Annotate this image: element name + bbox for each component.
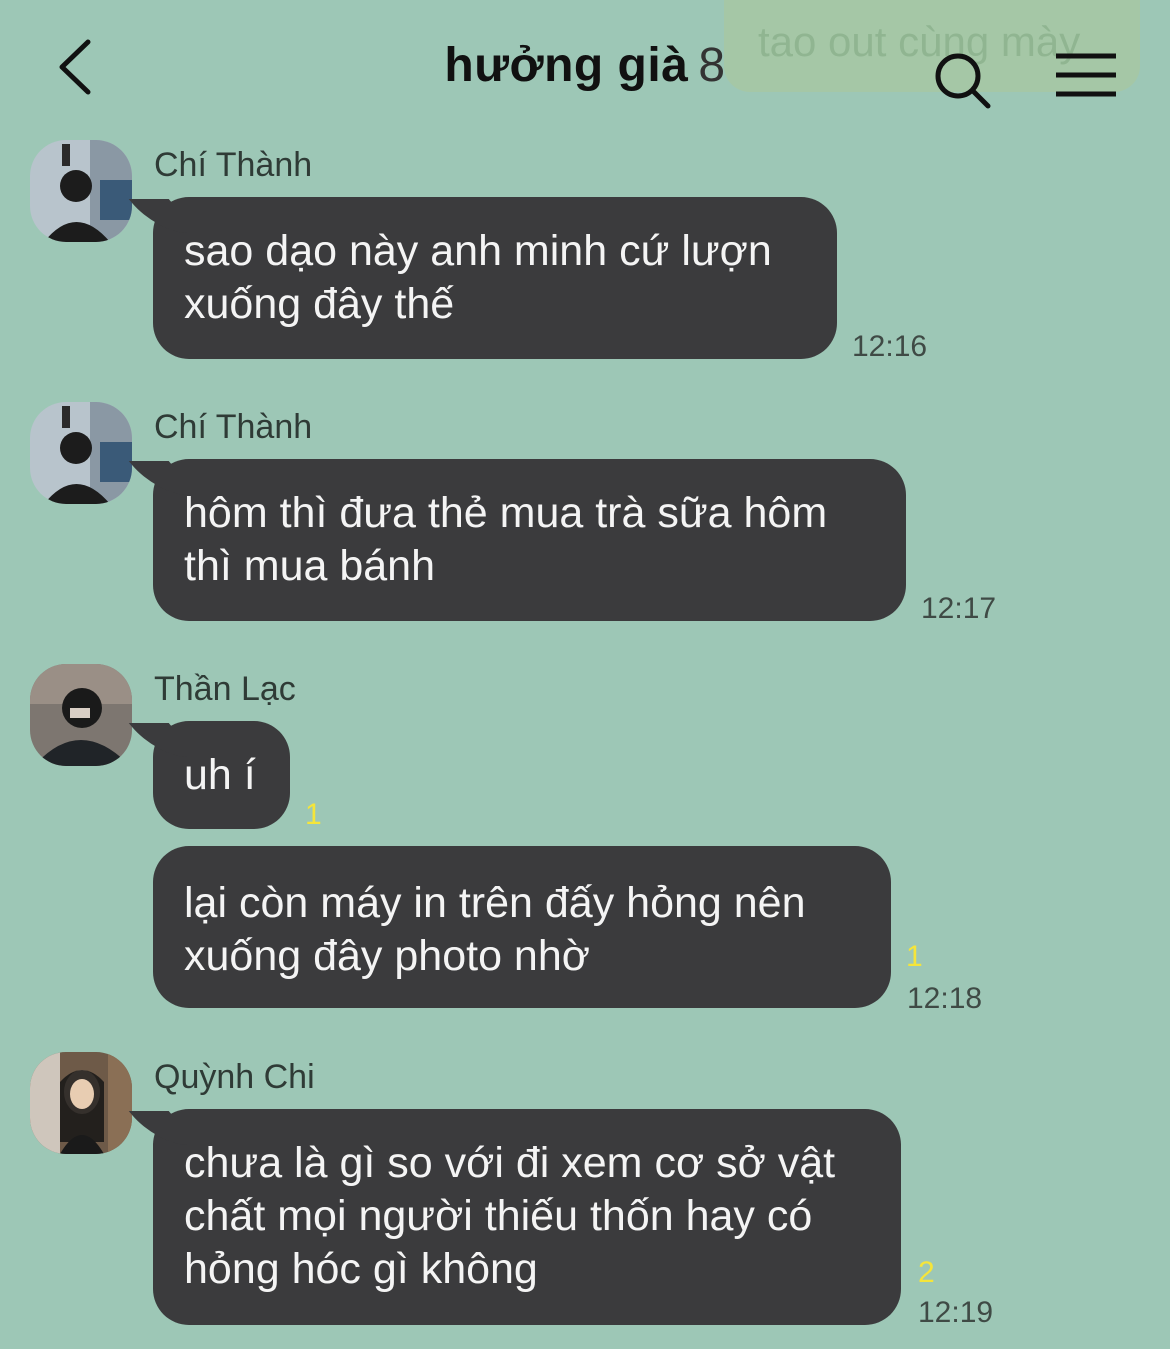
message-line: thì mua bánh: [184, 542, 436, 590]
message-line: lại còn máy in trên đấy hỏng nên: [184, 879, 806, 927]
message-line: uh í: [184, 751, 256, 799]
sender-name: Thần Lạc: [154, 670, 296, 708]
message-line: hôm thì đưa thẻ mua trà sữa hôm: [184, 489, 828, 537]
message-bubble[interactable]: uh í: [153, 721, 290, 829]
message-line: hỏng hóc gì không: [184, 1245, 538, 1293]
message-line: xuống đây thế: [184, 280, 455, 328]
avatar[interactable]: [30, 402, 132, 504]
avatar-photo: [30, 402, 132, 504]
group-name: hưởng già: [444, 39, 689, 92]
avatar-photo: [30, 1052, 132, 1154]
sender-name: Chí Thành: [154, 408, 313, 446]
unread-count: 2: [918, 1256, 935, 1289]
avatar[interactable]: [30, 664, 132, 766]
message-line: chưa là gì so với đi xem cơ sở vật: [184, 1139, 836, 1187]
avatar[interactable]: [30, 1052, 132, 1154]
member-count: 8: [698, 39, 726, 92]
message-time: 12:16: [852, 330, 928, 363]
message-bubble[interactable]: hôm thì đưa thẻ mua trà sữa hôm thì mua …: [153, 459, 906, 621]
message-bubble[interactable]: sao dạo này anh minh cứ lượn xuống đây t…: [153, 197, 837, 359]
message-time: 12:18: [907, 982, 983, 1015]
message-bubble[interactable]: lại còn máy in trên đấy hỏng nên xuống đ…: [153, 846, 891, 1008]
message-line: xuống đây photo nhờ: [184, 932, 590, 980]
sender-name: Quỳnh Chi: [154, 1058, 315, 1096]
search-button[interactable]: [930, 48, 996, 114]
unread-count: 1: [906, 940, 923, 973]
avatar-photo: [30, 664, 132, 766]
message-bubble[interactable]: chưa là gì so với đi xem cơ sở vật chất …: [153, 1109, 901, 1325]
message-line: sao dạo này anh minh cứ lượn: [184, 227, 772, 275]
sender-name: Chí Thành: [154, 146, 313, 184]
avatar[interactable]: [30, 140, 132, 242]
avatar-photo: [30, 140, 132, 242]
unread-count: 1: [305, 798, 322, 831]
message-line: chất mọi người thiếu thốn hay có: [184, 1192, 813, 1240]
menu-button[interactable]: [1052, 48, 1120, 104]
search-icon: [935, 53, 991, 109]
message-time: 12:17: [921, 592, 997, 625]
menu-icon: [1056, 53, 1116, 97]
message-time: 12:19: [918, 1296, 994, 1329]
chat-header: tao out cùng mày hưởng già 8: [0, 0, 1170, 130]
